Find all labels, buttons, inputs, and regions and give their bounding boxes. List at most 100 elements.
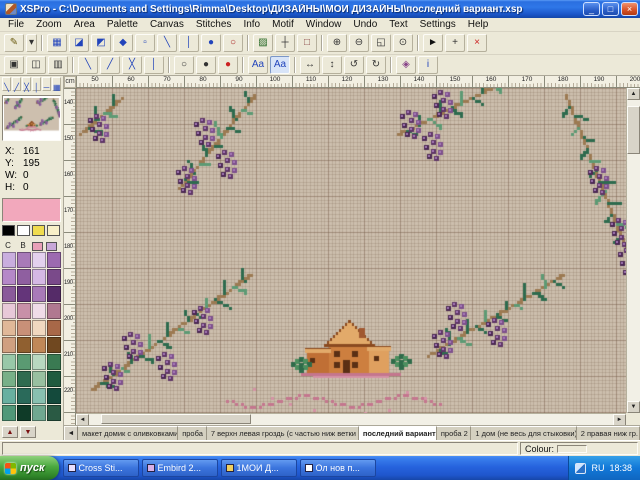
select-tool[interactable]: ► [423, 34, 443, 52]
straight-stitch-tool[interactable]: │ [179, 34, 199, 52]
ellipse-filled-tool[interactable]: ● [196, 56, 216, 74]
pencil-tool[interactable]: ✎ [4, 34, 24, 52]
palette-color[interactable] [32, 252, 46, 268]
palette-add[interactable]: ▣ [4, 56, 24, 74]
palette-color[interactable] [2, 354, 16, 370]
back-stitch-tool[interactable]: ╲ [157, 34, 177, 52]
scroll-up-arrow[interactable]: ▲ [627, 88, 640, 100]
menu-item-area[interactable]: Area [68, 18, 101, 31]
palette-color[interactable] [2, 405, 16, 421]
palette-color[interactable] [32, 286, 46, 302]
zoom-in-tool[interactable]: ⊕ [327, 34, 347, 52]
header-color-swatch[interactable] [46, 242, 57, 251]
close-button[interactable]: × [621, 2, 638, 16]
full-stitch-tool[interactable]: ▦ [47, 34, 67, 52]
stitch-canvas[interactable] [76, 88, 626, 413]
palette-color[interactable] [32, 320, 46, 336]
selected-color-swatch[interactable] [2, 198, 61, 222]
palette-color[interactable] [32, 354, 46, 370]
taskbar-button[interactable]: Cross Sti... [63, 459, 139, 477]
horizontal-scroll-thumb[interactable] [101, 414, 251, 424]
quick-color-swatch[interactable] [32, 225, 45, 236]
eraser-tool[interactable]: □ [297, 34, 317, 52]
three-quarter-stitch-tool[interactable]: ◆ [113, 34, 133, 52]
menu-item-file[interactable]: File [2, 18, 30, 31]
palette-color[interactable] [2, 286, 16, 302]
language-indicator[interactable]: RU [591, 463, 604, 473]
text-large-tool[interactable]: Aa [270, 56, 290, 74]
palette-color[interactable] [17, 371, 31, 387]
taskbar-button[interactable]: Ол нов п... [300, 459, 376, 477]
palette-color[interactable] [17, 354, 31, 370]
palette-color[interactable] [47, 405, 61, 421]
palette-color[interactable] [2, 320, 16, 336]
palette-color[interactable] [17, 269, 31, 285]
palette-color[interactable] [17, 303, 31, 319]
menu-item-motif[interactable]: Motif [266, 18, 300, 31]
pattern-tab[interactable]: 7 верхн левая гроздь (с частью ниж ветки… [207, 426, 359, 440]
menu-item-settings[interactable]: Settings [414, 18, 462, 31]
palette-color[interactable] [17, 252, 31, 268]
rotate-left[interactable]: ↺ [344, 56, 364, 74]
tray-app-icon[interactable] [575, 463, 586, 474]
palette-color[interactable] [47, 337, 61, 353]
direction-slash[interactable]: ╱ [12, 77, 21, 91]
palette-color[interactable] [2, 388, 16, 404]
menu-item-stitches[interactable]: Stitches [190, 18, 238, 31]
motif-library[interactable]: ◈ [396, 56, 416, 74]
palette-color[interactable] [2, 252, 16, 268]
direction-cross[interactable]: ╳ [22, 77, 31, 91]
minimize-button[interactable]: _ [583, 2, 600, 16]
direction-backslash[interactable]: ╲ [2, 77, 11, 91]
palette-color[interactable] [2, 337, 16, 353]
scroll-down-arrow[interactable]: ▼ [627, 401, 640, 413]
pan-tool[interactable]: + [445, 34, 465, 52]
palette-color[interactable] [17, 388, 31, 404]
pencil-dropdown[interactable]: ▾ [26, 34, 37, 52]
palette-color[interactable] [32, 405, 46, 421]
gobelin-vertical[interactable]: │ [144, 56, 164, 74]
marker-tool[interactable]: ● [218, 56, 238, 74]
menu-item-window[interactable]: Window [300, 18, 348, 31]
gobelin-cross[interactable]: ╳ [122, 56, 142, 74]
palette-organizer[interactable]: ◫ [26, 56, 46, 74]
palette-color[interactable] [47, 269, 61, 285]
palette-color[interactable] [32, 337, 46, 353]
petite-stitch-tool[interactable]: ▫ [135, 34, 155, 52]
palette-color[interactable] [32, 269, 46, 285]
palette-color[interactable] [2, 303, 16, 319]
menu-item-undo[interactable]: Undo [347, 18, 383, 31]
info-panel[interactable]: i [418, 56, 438, 74]
palette-color[interactable] [17, 337, 31, 353]
vertical-scroll-thumb[interactable] [627, 106, 640, 154]
pattern-tab[interactable]: проба [178, 426, 207, 440]
direction-vertical[interactable]: │ [32, 77, 41, 91]
direction-full[interactable]: ▦ [52, 77, 61, 91]
palette-color[interactable] [32, 303, 46, 319]
blend-maker[interactable]: ▥ [48, 56, 68, 74]
half-stitch-tool[interactable]: ◪ [69, 34, 89, 52]
quick-color-swatch[interactable] [17, 225, 30, 236]
flood-fill-tool[interactable]: ▨ [253, 34, 273, 52]
start-button[interactable]: пуск [0, 456, 59, 480]
menu-item-canvas[interactable]: Canvas [144, 18, 190, 31]
maximize-button[interactable]: □ [602, 2, 619, 16]
vertical-scroll-track[interactable] [627, 100, 640, 401]
direction-horizontal[interactable]: ─ [42, 77, 51, 91]
pattern-tab[interactable]: проба 2 [437, 426, 472, 440]
palette-color[interactable] [17, 405, 31, 421]
rotate-right[interactable]: ↻ [366, 56, 386, 74]
palette-scroll-up-button[interactable]: ▲ [2, 426, 18, 438]
tab-scroll-left-button[interactable]: ◄ [64, 426, 78, 440]
color-picker-tool[interactable]: ┼ [275, 34, 295, 52]
palette-color[interactable] [32, 371, 46, 387]
menu-item-help[interactable]: Help [462, 18, 495, 31]
palette-color[interactable] [47, 252, 61, 268]
menu-item-palette[interactable]: Palette [101, 18, 144, 31]
gobelin-left[interactable]: ╲ [78, 56, 98, 74]
palette-color[interactable] [47, 320, 61, 336]
palette-color[interactable] [47, 388, 61, 404]
zoom-area-tool[interactable]: ◱ [371, 34, 391, 52]
taskbar-button[interactable]: 1МОИ Д... [221, 459, 297, 477]
pattern-tab[interactable]: макет домик с оливковками [78, 426, 178, 440]
